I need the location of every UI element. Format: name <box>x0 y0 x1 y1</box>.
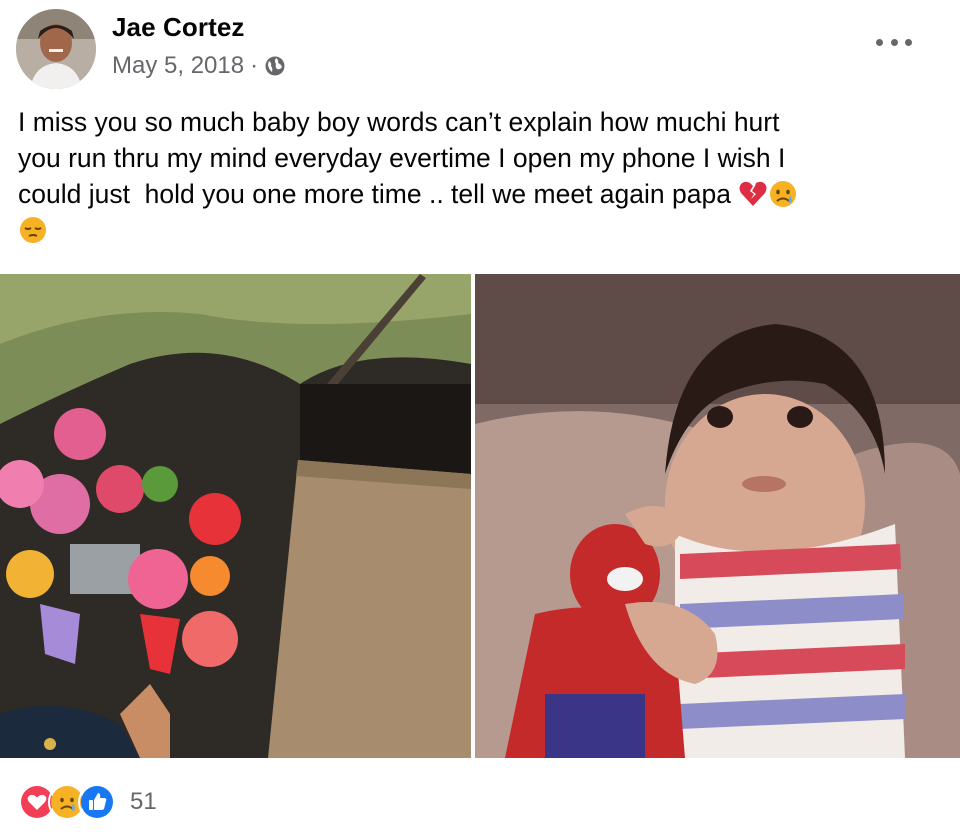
post-meta: May 5, 2018 · <box>112 52 286 80</box>
post-text-line: could just hold you one more time .. tel… <box>18 179 739 209</box>
crying-face-emoji <box>768 179 798 209</box>
dot <box>876 38 883 46</box>
more-options-icon[interactable] <box>876 30 912 54</box>
post-date[interactable]: May 5, 2018 <box>112 52 244 80</box>
broken-heart-emoji <box>738 179 768 209</box>
post-header: Jae Cortez May 5, 2018 · <box>0 0 960 96</box>
baby-with-toy-photo[interactable] <box>475 274 960 758</box>
globe-icon[interactable] <box>264 55 286 77</box>
post-text-line: I miss you so much baby boy words can’t … <box>18 107 780 137</box>
pensive-face-emoji <box>18 215 48 245</box>
reactions-bar: 51 <box>0 758 960 835</box>
dot <box>905 38 912 46</box>
photo-grid <box>0 274 960 758</box>
author-name[interactable]: Jae Cortez <box>112 12 245 43</box>
avatar[interactable] <box>16 9 96 89</box>
reactions-summary[interactable]: 51 <box>18 783 157 821</box>
like-reaction-icon <box>78 783 116 821</box>
grave-flowers-photo[interactable] <box>0 274 471 758</box>
meta-separator: · <box>250 52 259 79</box>
post-text-line: you run thru my mind everyday evertime I… <box>18 143 786 173</box>
reaction-count[interactable]: 51 <box>130 788 157 816</box>
dot <box>890 38 898 46</box>
post-text: I miss you so much baby boy words can’t … <box>18 104 928 248</box>
